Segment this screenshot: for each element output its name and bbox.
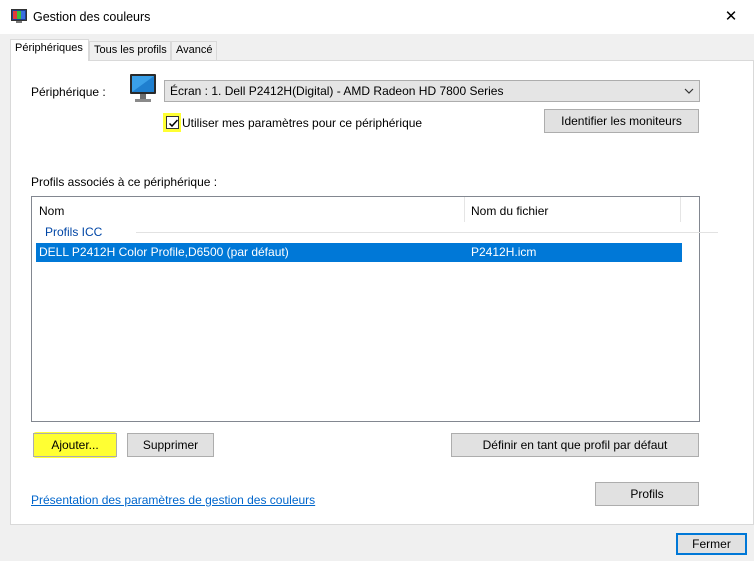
profiles-section-label: Profils associés à ce périphérique : <box>31 175 218 189</box>
add-button[interactable]: Ajouter... <box>33 433 117 457</box>
set-default-button[interactable]: Définir en tant que profil par défaut <box>451 433 699 457</box>
remove-button[interactable]: Supprimer <box>127 433 214 457</box>
device-select[interactable]: Écran : 1. Dell P2412H(Digital) - AMD Ra… <box>164 80 700 102</box>
table-row[interactable]: DELL P2412H Color Profile,D6500 (par déf… <box>36 243 682 262</box>
profiles-button[interactable]: Profils <box>595 482 699 506</box>
profiles-button-label: Profils <box>630 487 664 501</box>
window-title: Gestion des couleurs <box>33 10 151 24</box>
add-button-label: Ajouter... <box>51 438 99 452</box>
use-settings-label[interactable]: Utiliser mes paramètres pour ce périphér… <box>182 116 422 130</box>
identify-monitors-button[interactable]: Identifier les moniteurs <box>544 109 699 133</box>
column-separator <box>464 197 465 222</box>
remove-button-label: Supprimer <box>142 438 199 452</box>
tab-avance[interactable]: Avancé <box>171 41 217 60</box>
group-divider <box>136 232 718 233</box>
title-bar: Gestion des couleurs ✕ <box>0 0 754 34</box>
profile-filename: P2412H.icm <box>471 245 537 259</box>
monitor-icon <box>130 74 156 102</box>
close-button-label: Fermer <box>692 537 731 551</box>
device-label: Périphérique : <box>31 85 106 99</box>
close-icon: ✕ <box>724 8 738 25</box>
checkmark-icon <box>168 119 179 128</box>
identify-monitors-label: Identifier les moniteurs <box>561 114 682 128</box>
device-select-value: Écran : 1. Dell P2412H(Digital) - AMD Ra… <box>170 84 504 98</box>
close-button[interactable]: Fermer <box>676 533 747 555</box>
color-management-icon <box>11 9 27 23</box>
use-settings-checkbox[interactable] <box>166 116 179 129</box>
tab-label: Tous les profils <box>94 44 167 56</box>
tab-label: Avancé <box>176 44 213 56</box>
color-management-overview-link[interactable]: Présentation des paramètres de gestion d… <box>31 493 315 507</box>
tab-peripheriques[interactable]: Périphériques <box>10 39 89 61</box>
profiles-list[interactable]: Nom Nom du fichier Profils ICC DELL P241… <box>31 196 718 422</box>
set-default-button-label: Définir en tant que profil par défaut <box>482 438 668 452</box>
column-header-name[interactable]: Nom <box>39 204 64 218</box>
tab-label: Périphériques <box>15 42 83 54</box>
profile-name: DELL P2412H Color Profile,D6500 (par déf… <box>39 245 289 259</box>
column-header-filename[interactable]: Nom du fichier <box>471 204 548 218</box>
tab-tous-les-profils[interactable]: Tous les profils <box>89 41 171 60</box>
chevron-down-icon <box>684 83 694 102</box>
group-header-icc[interactable]: Profils ICC <box>45 225 102 239</box>
close-window-button[interactable]: ✕ <box>708 0 754 34</box>
column-separator <box>680 197 681 222</box>
